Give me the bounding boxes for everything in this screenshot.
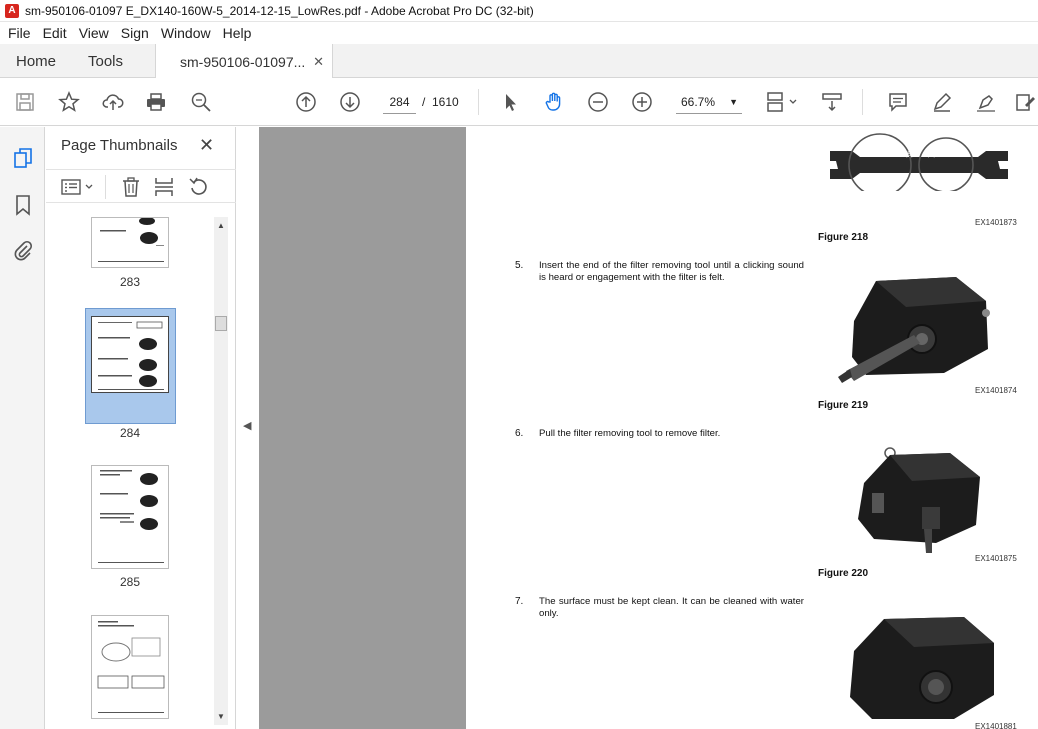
next-page-icon[interactable] bbox=[338, 91, 362, 113]
thumbnail-label: 285 bbox=[119, 575, 141, 589]
figure-id: EX1401874 bbox=[975, 386, 1017, 395]
page-total: 1610 bbox=[432, 95, 459, 109]
window-title: sm-950106-01097 E_DX140-160W-5_2014-12-1… bbox=[25, 3, 534, 18]
close-icon[interactable]: ✕ bbox=[199, 135, 214, 156]
filter-module-figure bbox=[838, 277, 990, 383]
scrollbar-thumb[interactable] bbox=[215, 316, 227, 331]
thumbnail-page[interactable] bbox=[91, 217, 169, 268]
thumbnail-page-selected[interactable] bbox=[91, 316, 169, 393]
menu-window[interactable]: Window bbox=[155, 25, 217, 41]
toolbar-divider bbox=[862, 89, 863, 115]
thumbnail-scrollbar[interactable] bbox=[214, 217, 228, 725]
previous-page-icon[interactable] bbox=[294, 91, 318, 113]
thumbnail-page[interactable] bbox=[91, 615, 169, 719]
tab-bar: Home Tools sm-950106-01097... ✕ bbox=[0, 44, 1038, 79]
attachments-icon[interactable] bbox=[10, 237, 36, 263]
zoom-level-value: 66.7% bbox=[681, 95, 716, 109]
menu-file[interactable]: File bbox=[2, 25, 37, 41]
hand-tool-icon[interactable] bbox=[542, 91, 566, 113]
thumbnail-page[interactable] bbox=[91, 465, 169, 569]
upload-cloud-icon[interactable] bbox=[101, 91, 125, 113]
figure-caption: Figure 218 bbox=[818, 232, 869, 243]
scroll-up-arrow-icon[interactable]: ▲ bbox=[215, 221, 227, 230]
page-thumbnails-panel: Page Thumbnails ✕ 283 284 285 ▲ ▼ bbox=[46, 127, 236, 729]
bookmark-star-icon[interactable] bbox=[57, 91, 81, 113]
zoom-in-icon[interactable] bbox=[630, 91, 654, 113]
navigation-rail bbox=[0, 127, 45, 729]
page-display-icon[interactable] bbox=[766, 91, 800, 113]
tool-label-black: BLACK (B) bbox=[884, 152, 914, 158]
tab-close-icon[interactable]: ✕ bbox=[313, 54, 324, 70]
menu-sign[interactable]: Sign bbox=[115, 25, 155, 41]
print-icon[interactable] bbox=[144, 91, 168, 113]
panel-title: Page Thumbnails bbox=[61, 137, 178, 154]
filter-module-removed-figure bbox=[858, 447, 980, 553]
zoom-out-icon[interactable] bbox=[586, 91, 610, 113]
sign-pen-icon[interactable] bbox=[974, 91, 998, 113]
chevron-down-icon: ▼ bbox=[729, 97, 738, 107]
bookmarks-icon[interactable] bbox=[10, 192, 36, 218]
figure-id: EX1401881 bbox=[975, 722, 1017, 729]
panel-collapse-strip: ◀ bbox=[237, 127, 259, 729]
zoom-search-icon[interactable] bbox=[189, 91, 213, 113]
rotate-icon[interactable] bbox=[188, 176, 210, 198]
figure-id: EX1401875 bbox=[975, 554, 1017, 563]
tab-document[interactable]: sm-950106-01097... ✕ bbox=[155, 44, 333, 79]
tool-label-grey: (G) GREY bbox=[927, 152, 955, 158]
page-separator: / bbox=[422, 95, 426, 109]
zoom-level-select[interactable]: 66.7% ▼ bbox=[676, 90, 742, 114]
step-number: 5. bbox=[515, 260, 524, 271]
collapse-panel-icon[interactable]: ◀ bbox=[243, 419, 251, 432]
highlight-pen-icon[interactable] bbox=[930, 91, 954, 113]
step-text: The surface must be kept clean. It can b… bbox=[539, 596, 804, 619]
figure-caption: Figure 220 bbox=[818, 568, 869, 579]
pdf-page: BLACK (B) (G) GREY EX1401873 Figure 218 … bbox=[466, 127, 1038, 729]
edit-pdf-icon[interactable] bbox=[1014, 91, 1038, 113]
delete-trash-icon[interactable] bbox=[120, 176, 142, 198]
scroll-down-arrow-icon[interactable]: ▼ bbox=[215, 712, 227, 721]
step-number: 7. bbox=[515, 596, 524, 607]
document-view[interactable]: BLACK (B) (G) GREY EX1401873 Figure 218 … bbox=[259, 127, 1038, 729]
page-thumbnails-icon[interactable] bbox=[10, 145, 36, 171]
menu-edit[interactable]: Edit bbox=[37, 25, 73, 41]
tab-tools[interactable]: Tools bbox=[88, 44, 123, 78]
thumbnail-options-icon[interactable] bbox=[60, 176, 96, 198]
thumbnail-label: 284 bbox=[119, 426, 141, 440]
thumbnail-list: 283 284 285 bbox=[46, 217, 214, 725]
insert-pages-icon[interactable] bbox=[153, 176, 175, 198]
tab-document-label: sm-950106-01097... bbox=[180, 53, 306, 70]
comment-icon[interactable] bbox=[886, 91, 910, 113]
thumbnail-label: 283 bbox=[119, 275, 141, 289]
panel-divider bbox=[105, 175, 106, 199]
acrobat-icon: A bbox=[5, 3, 19, 18]
page-number-input[interactable]: 284 bbox=[383, 90, 416, 114]
menu-help[interactable]: Help bbox=[217, 25, 258, 41]
filter-module-clean-figure bbox=[850, 617, 994, 719]
tab-home[interactable]: Home bbox=[16, 44, 56, 78]
step-number: 6. bbox=[515, 428, 524, 439]
step-text: Pull the filter removing tool to remove … bbox=[539, 428, 721, 439]
panel-toolbar bbox=[46, 169, 236, 203]
title-bar: A sm-950106-01097 E_DX140-160W-5_2014-12… bbox=[0, 0, 1038, 22]
scroll-mode-icon[interactable] bbox=[820, 91, 844, 113]
menu-view[interactable]: View bbox=[73, 25, 115, 41]
toolbar-divider bbox=[478, 89, 479, 115]
step-text: Insert the end of the filter removing to… bbox=[539, 260, 804, 283]
menu-bar: File Edit View Sign Window Help bbox=[0, 22, 1038, 44]
save-icon[interactable] bbox=[13, 91, 37, 113]
filter-removal-tool-figure bbox=[830, 133, 1008, 191]
toolbar: 284 / 1610 66.7% ▼ bbox=[0, 78, 1038, 126]
figure-caption: Figure 219 bbox=[818, 400, 869, 411]
select-cursor-icon[interactable] bbox=[498, 91, 522, 113]
figure-id: EX1401873 bbox=[975, 218, 1017, 227]
